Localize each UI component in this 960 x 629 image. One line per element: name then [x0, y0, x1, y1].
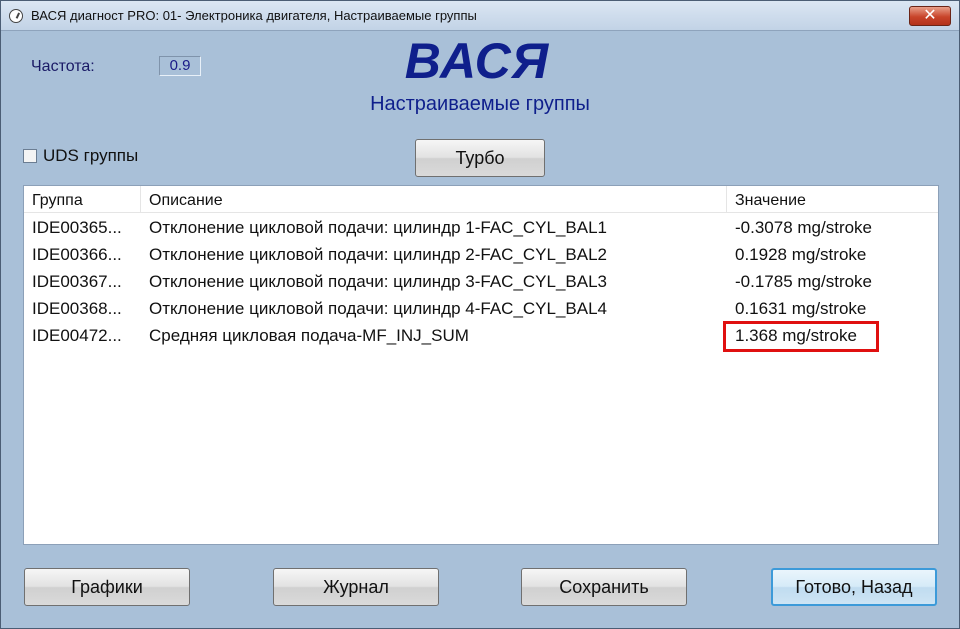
value-cell: -0.3078 mg/stroke	[735, 218, 873, 237]
window-title: ВАСЯ диагност PRO: 01- Электроника двига…	[31, 8, 477, 23]
graphs-button[interactable]: Графики	[24, 568, 190, 606]
description-cell: Отклонение цикловой подачи: цилиндр 1-FA…	[149, 218, 608, 237]
save-button[interactable]: Сохранить	[521, 568, 687, 606]
column-header-group[interactable]: Группа	[24, 186, 141, 213]
groups-table[interactable]: Группа Описание Значение IDE00365... Отк…	[23, 185, 939, 545]
group-cell: IDE00366...	[32, 245, 122, 264]
description-cell: Отклонение цикловой подачи: цилиндр 4-FA…	[149, 299, 608, 318]
column-header-description[interactable]: Описание	[141, 186, 727, 213]
description-cell: Отклонение цикловой подачи: цилиндр 3-FA…	[149, 272, 608, 291]
group-cell: IDE00368...	[32, 299, 122, 318]
table-row[interactable]: IDE00365... Отклонение цикловой подачи: …	[24, 214, 938, 241]
frequency-label: Частота:	[31, 58, 95, 75]
app-window: ВАСЯ диагност PRO: 01- Электроника двига…	[0, 0, 960, 629]
table-row[interactable]: IDE00368... Отклонение цикловой подачи: …	[24, 295, 938, 322]
frequency-value: 0.9	[159, 56, 201, 76]
uds-groups-label[interactable]: UDS группы	[43, 146, 138, 166]
description-cell: Средняя цикловая подача-MF_INJ_SUM	[149, 326, 469, 345]
column-header-value[interactable]: Значение	[727, 186, 938, 213]
group-cell: IDE00365...	[32, 218, 122, 237]
table-row[interactable]: IDE00366... Отклонение цикловой подачи: …	[24, 241, 938, 268]
group-cell: IDE00472...	[32, 326, 122, 345]
log-button[interactable]: Журнал	[273, 568, 439, 606]
value-cell: -0.1785 mg/stroke	[735, 272, 873, 291]
table-header: Группа Описание Значение	[24, 186, 938, 213]
group-cell: IDE00367...	[32, 272, 122, 291]
title-bar[interactable]: ВАСЯ диагност PRO: 01- Электроника двига…	[1, 1, 959, 31]
app-icon	[9, 9, 23, 23]
brand-logo-text: ВАСЯ	[404, 33, 550, 89]
value-cell: 0.1928 mg/stroke	[735, 245, 867, 264]
close-button[interactable]: ✕	[909, 6, 951, 26]
turbo-button[interactable]: Турбо	[415, 139, 545, 177]
value-cell: 0.1631 mg/stroke	[735, 299, 867, 318]
description-cell: Отклонение цикловой подачи: цилиндр 2-FA…	[149, 245, 608, 264]
value-highlight-box	[723, 321, 879, 352]
uds-groups-checkbox[interactable]	[23, 149, 37, 163]
page-subtitle: Настраиваемые группы	[370, 93, 590, 115]
table-row[interactable]: IDE00367... Отклонение цикловой подачи: …	[24, 268, 938, 295]
done-back-button[interactable]: Готово, Назад	[771, 568, 937, 606]
main-panel: Частота: 0.9 ВАСЯ Настраиваемые группы U…	[7, 32, 953, 624]
